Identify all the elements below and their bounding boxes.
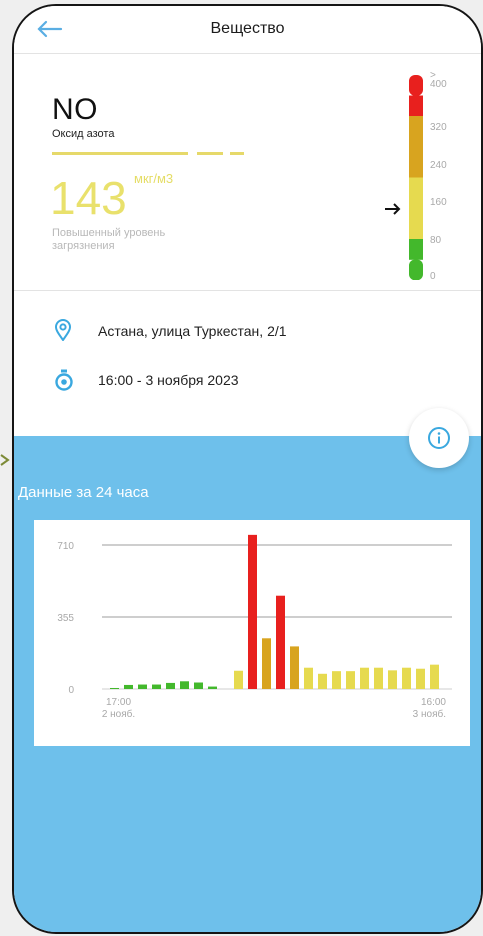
x-tick-label: 16:00 bbox=[421, 697, 446, 708]
scale-label: 80 bbox=[430, 235, 442, 246]
level-indicator-lines bbox=[52, 152, 244, 155]
arrow-right-icon bbox=[385, 203, 401, 215]
chart-bar bbox=[374, 667, 383, 689]
scale-segment bbox=[409, 157, 423, 178]
chart-bar bbox=[346, 671, 355, 689]
scale-segment bbox=[409, 116, 423, 137]
side-arrow-icon bbox=[0, 454, 10, 466]
x-tick-label: 3 нояб. bbox=[413, 708, 446, 720]
chart-bar bbox=[304, 667, 313, 689]
chart-bar bbox=[248, 534, 257, 689]
y-tick-label: 710 bbox=[57, 541, 74, 552]
scale-label: 320 bbox=[430, 122, 447, 133]
chart-bar bbox=[416, 668, 425, 689]
chart-bar bbox=[276, 595, 285, 689]
chart-bar bbox=[180, 681, 189, 689]
stopwatch-icon bbox=[55, 369, 73, 391]
chart-bar bbox=[166, 682, 175, 689]
history-chart: 710 355 0 17:002 нояб. 16:003 нояб. bbox=[57, 534, 452, 720]
concentration-unit: мкг/м3 bbox=[134, 171, 174, 186]
scale-segment bbox=[409, 198, 423, 219]
scale-label: 0 bbox=[430, 271, 436, 282]
chart-bar bbox=[152, 684, 161, 689]
chart-bar bbox=[234, 670, 243, 689]
chart-bar bbox=[110, 687, 119, 689]
substance-card: NO Оксид азота 143 мкг/м3 Повышенный уро… bbox=[14, 55, 481, 291]
substance-name: Оксид азота bbox=[52, 128, 115, 140]
info-button[interactable] bbox=[409, 408, 469, 468]
time-text: 16:00 - 3 ноября 2023 bbox=[98, 372, 239, 388]
history-chart-card: 710 355 0 17:00 2 нояб. 16:00 3 нояб. bbox=[34, 520, 470, 746]
scale-segment bbox=[409, 239, 423, 260]
x-tick-label: 17:00 bbox=[106, 697, 131, 708]
phone-screen: Вещество NO Оксид азота 143 мкг/м3 Повыш… bbox=[12, 4, 483, 934]
location-pin-icon bbox=[54, 319, 72, 341]
scale-segment bbox=[409, 218, 423, 240]
chart-bar bbox=[332, 671, 341, 689]
chart-bar bbox=[290, 646, 299, 689]
chart-bar bbox=[208, 686, 217, 689]
substance-formula: NO bbox=[52, 93, 98, 126]
scale-segment bbox=[409, 177, 423, 199]
pollution-status: Повышенный уровень загрязнения bbox=[52, 227, 166, 252]
chart-bar bbox=[138, 684, 147, 689]
chart-bar bbox=[124, 684, 133, 689]
chart-bar bbox=[318, 673, 327, 689]
location-text: Астана, улица Туркестан, 2/1 bbox=[98, 323, 287, 339]
scale-label: > 400 bbox=[430, 70, 447, 90]
chart-bar bbox=[194, 682, 203, 689]
scale-label: 160 bbox=[430, 197, 447, 208]
chart-bar bbox=[430, 664, 439, 689]
x-tick-label: 2 нояб. bbox=[102, 708, 135, 720]
chart-bar bbox=[360, 667, 369, 689]
scale-segment bbox=[409, 75, 423, 96]
page-title: Вещество bbox=[210, 20, 285, 37]
scale-label: 240 bbox=[430, 160, 447, 171]
y-tick-label: 355 bbox=[57, 613, 74, 624]
history-section: Данные за 24 часа 710 355 0 17:00 2 нояб. 16:… bbox=[14, 436, 481, 932]
scale-segment bbox=[409, 259, 423, 280]
pollution-scale bbox=[409, 75, 423, 280]
chart-bar bbox=[402, 667, 411, 689]
info-icon bbox=[428, 427, 450, 449]
scale-segment bbox=[409, 136, 423, 158]
history-title: Данные за 24 часа bbox=[18, 484, 149, 501]
concentration-value: 143 bbox=[50, 172, 127, 224]
chart-bar bbox=[388, 670, 397, 689]
top-bar: Вещество bbox=[14, 6, 481, 54]
info-section: Астана, улица Туркестан, 2/1 16:00 - 3 н… bbox=[14, 292, 481, 436]
scale-segment bbox=[409, 95, 423, 117]
y-tick-label: 0 bbox=[68, 685, 74, 696]
chart-bar bbox=[262, 638, 271, 689]
